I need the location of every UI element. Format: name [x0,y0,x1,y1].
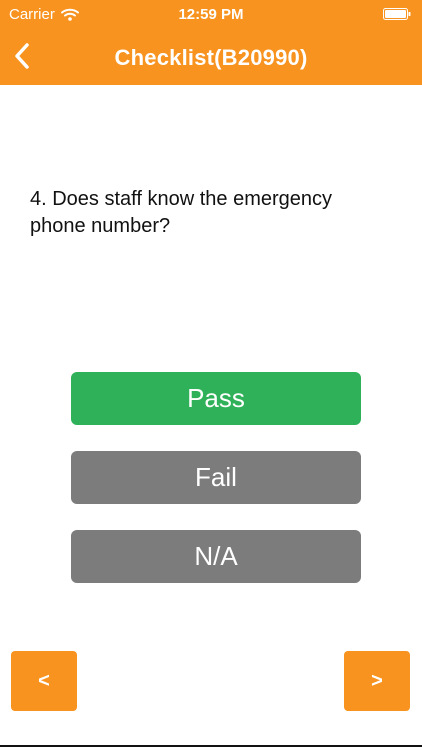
battery-icon [383,8,411,20]
bottom-divider [0,745,422,747]
next-question-button[interactable]: > [344,651,410,711]
na-button[interactable]: N/A [71,530,361,583]
navigation-bar: Checklist(B20990) [0,30,422,85]
question-text: 4. Does staff know the emergency phone n… [30,188,333,237]
app-header: Carrier 12:59 PM Checklist(B20990) [0,0,422,85]
status-time: 12:59 PM [178,6,244,23]
fail-button[interactable]: Fail [71,451,361,504]
pass-button[interactable]: Pass [71,372,361,425]
status-bar: Carrier 12:59 PM [0,0,422,30]
page-title: Checklist(B20990) [114,45,308,70]
previous-question-button[interactable]: < [11,651,77,711]
